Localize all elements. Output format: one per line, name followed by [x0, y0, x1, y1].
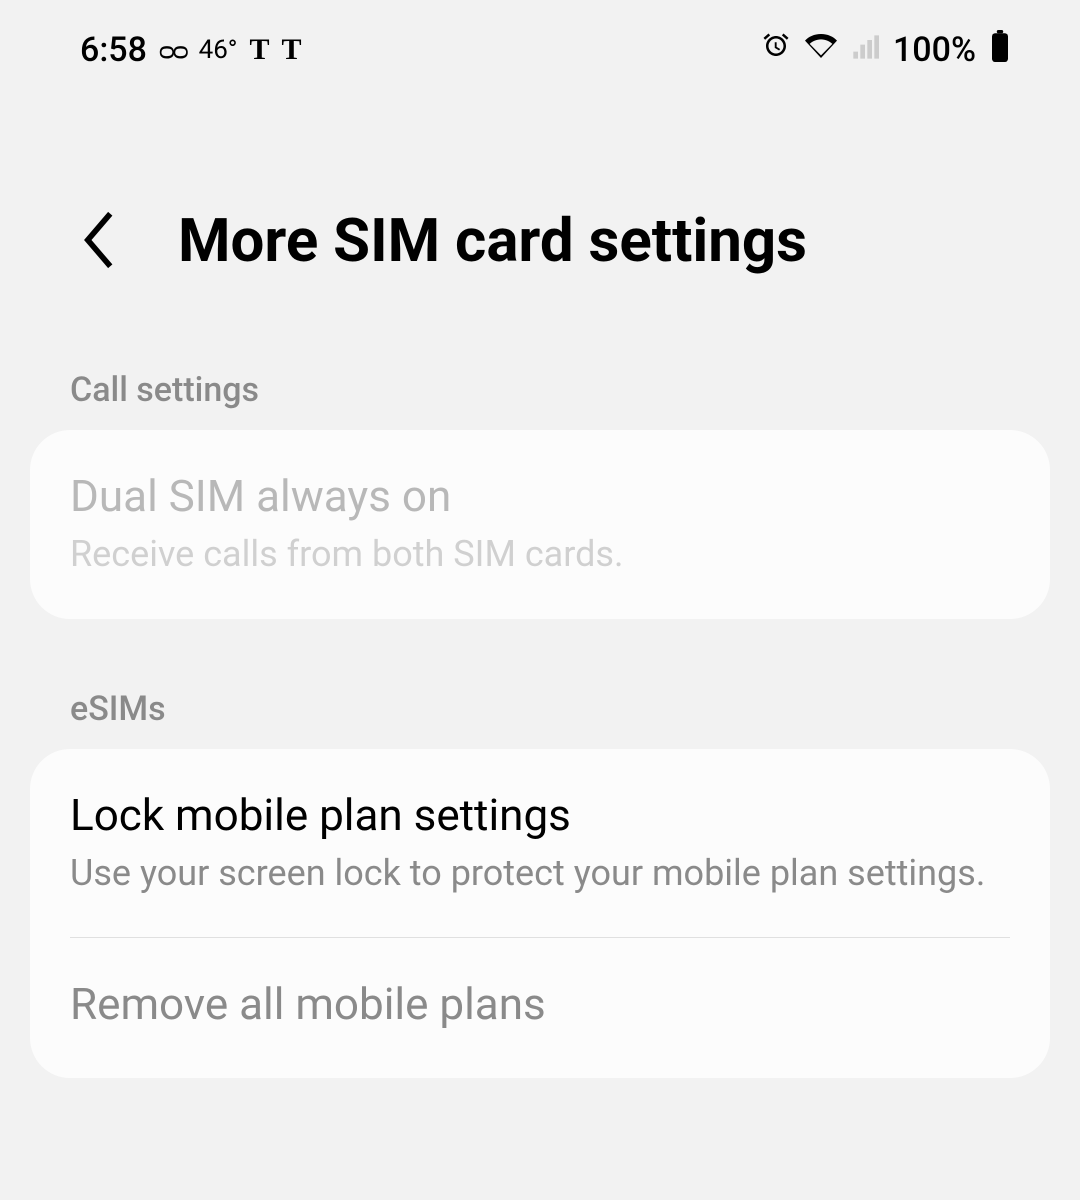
section-esims: eSIMs Lock mobile plan settings Use your… — [0, 659, 1080, 1079]
status-bar: 6:58 ᴑᴑ 46° T T 100% — [0, 0, 1080, 100]
section-call-settings: Call settings Dual SIM always on Receive… — [0, 340, 1080, 619]
battery-percent: 100% — [893, 30, 976, 70]
signal-icon — [851, 31, 879, 69]
alarm-icon — [761, 31, 791, 69]
card-call-settings: Dual SIM always on Receive calls from bo… — [30, 430, 1050, 619]
wifi-icon — [805, 30, 837, 70]
back-button[interactable] — [70, 200, 128, 280]
status-bar-right: 100% — [761, 30, 1010, 70]
status-bar-left: 6:58 ᴑᴑ 46° T T — [80, 30, 302, 70]
chevron-left-icon — [80, 210, 118, 270]
page-title: More SIM card settings — [178, 205, 807, 276]
setting-lock-plan-title: Lock mobile plan settings — [70, 789, 1010, 841]
section-header-call-settings: Call settings — [70, 340, 1010, 430]
status-temperature: 46° — [199, 35, 238, 65]
setting-remove-plans-title: Remove all mobile plans — [70, 978, 1010, 1030]
carrier-icon-2: T — [282, 33, 302, 67]
card-esims: Lock mobile plan settings Use your scree… — [30, 749, 1050, 1079]
voicemail-icon: ᴑᴑ — [159, 35, 187, 66]
page-header: More SIM card settings — [0, 100, 1080, 340]
setting-dual-sim: Dual SIM always on Receive calls from bo… — [30, 430, 1050, 619]
setting-lock-plan-subtitle: Use your screen lock to protect your mob… — [70, 849, 1010, 898]
setting-dual-sim-subtitle: Receive calls from both SIM cards. — [70, 530, 1010, 579]
battery-icon — [990, 30, 1010, 70]
carrier-icon-1: T — [250, 33, 270, 67]
setting-lock-plan[interactable]: Lock mobile plan settings Use your scree… — [30, 749, 1050, 938]
setting-remove-plans[interactable]: Remove all mobile plans — [30, 938, 1050, 1078]
setting-dual-sim-title: Dual SIM always on — [70, 470, 1010, 522]
status-time: 6:58 — [80, 30, 147, 70]
section-header-esims: eSIMs — [70, 659, 1010, 749]
